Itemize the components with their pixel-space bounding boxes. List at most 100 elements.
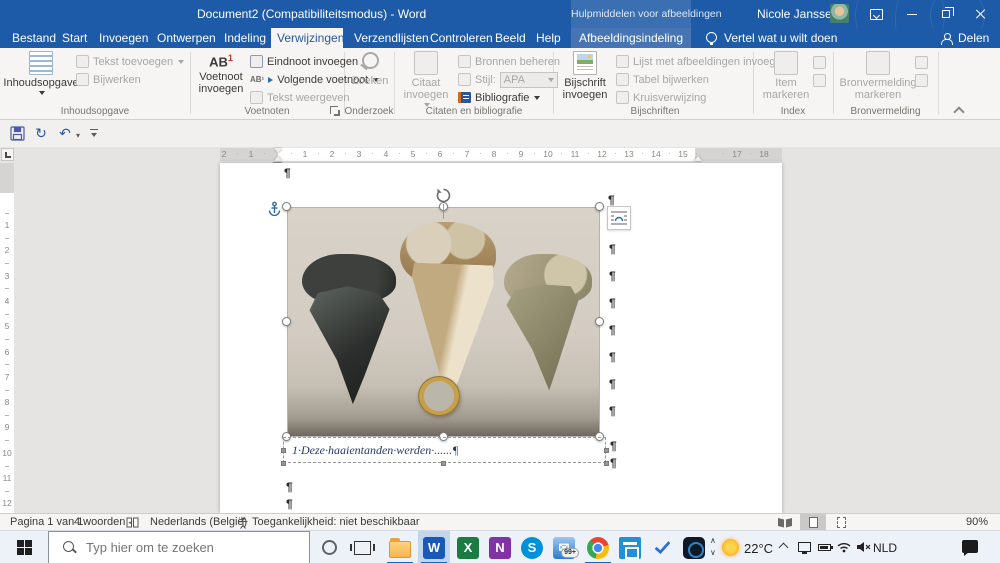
tab-verzendlijsten[interactable]: Verzendlijsten xyxy=(348,28,435,48)
taskbar-search-box[interactable] xyxy=(48,531,310,563)
tab-invoegen[interactable]: Invoegen xyxy=(93,28,154,48)
insert-footnote-button[interactable]: AB1 Voetnoot invoegen xyxy=(196,51,246,95)
word-taskbar-button[interactable]: W xyxy=(418,531,450,563)
onenote-taskbar-button[interactable]: N xyxy=(484,531,516,563)
save-button[interactable] xyxy=(6,124,28,143)
share-button[interactable]: Delen xyxy=(952,28,995,48)
volume-muted-icon[interactable] xyxy=(856,541,871,556)
ruler-number: 3 xyxy=(356,149,362,159)
caption-text-box[interactable]: 1·Deze·haaientanden·werden·......¶ xyxy=(283,437,606,463)
cross-reference-icon xyxy=(616,91,629,104)
rotate-handle[interactable] xyxy=(435,187,452,204)
caption-handle-right[interactable] xyxy=(604,448,609,453)
caption-handle-bottom-left[interactable] xyxy=(281,461,286,466)
todo-taskbar-button[interactable] xyxy=(646,531,678,563)
camera-taskbar-button[interactable] xyxy=(678,531,710,563)
excel-taskbar-button[interactable]: X xyxy=(452,531,484,563)
tab-ontwerpen[interactable]: Ontwerpen xyxy=(151,28,222,48)
user-avatar[interactable] xyxy=(830,4,849,23)
selection-handle-top-right[interactable] xyxy=(595,202,604,211)
search-input[interactable] xyxy=(86,540,276,555)
ruler-number: 6 xyxy=(437,149,443,159)
zoom-level[interactable]: 90% xyxy=(966,516,988,528)
ribbon-display-options-button[interactable] xyxy=(862,0,890,28)
taskbar-scroll-down[interactable]: ∨ xyxy=(710,549,716,557)
selection-handle-middle-right[interactable] xyxy=(595,317,604,326)
taskbar-scroll-up[interactable]: ∧ xyxy=(710,537,716,545)
action-center-button[interactable] xyxy=(962,540,978,556)
restore-button[interactable] xyxy=(932,0,960,28)
minimize-button[interactable] xyxy=(898,0,926,28)
task-view-button[interactable] xyxy=(346,531,378,563)
ruler-tick: · xyxy=(425,149,428,158)
insert-caption-button[interactable]: Bijschrift invoegen xyxy=(558,51,612,101)
selection-handle-top-left[interactable] xyxy=(282,202,291,211)
tab-bestand[interactable]: Bestand xyxy=(6,28,62,48)
web-layout-button[interactable] xyxy=(828,514,854,530)
weather-sun-icon[interactable] xyxy=(722,539,739,556)
undo-button[interactable]: ↶ xyxy=(54,124,76,143)
caption-handle-bottom-center[interactable] xyxy=(441,461,446,466)
ruler-number: 6 xyxy=(4,346,10,357)
start-button[interactable] xyxy=(8,531,40,563)
action-center-icon xyxy=(962,540,978,556)
tab-beeld[interactable]: Beeld xyxy=(489,28,532,48)
meet-now-icon[interactable] xyxy=(798,542,811,554)
pilcrow-mark: ¶ xyxy=(286,497,293,511)
battery-icon[interactable] xyxy=(818,544,833,551)
caption-handle-left[interactable] xyxy=(281,448,286,453)
file-explorer-button[interactable] xyxy=(384,531,416,563)
skype-taskbar-button[interactable]: S xyxy=(516,531,548,563)
shark-teeth-photo[interactable] xyxy=(287,207,600,437)
page-number-status[interactable]: Pagina 1 van 1 xyxy=(10,516,83,528)
insert-endnote-button[interactable]: Eindnoot invoegen xyxy=(250,54,358,69)
print-layout-button[interactable] xyxy=(800,514,826,530)
customize-qat-button[interactable] xyxy=(90,129,98,138)
read-mode-button[interactable] xyxy=(772,514,798,530)
ruler-tick xyxy=(5,313,9,315)
close-button[interactable] xyxy=(966,0,994,28)
blue-app-taskbar-button[interactable] xyxy=(614,531,646,563)
word-count-status[interactable]: 4 woorden xyxy=(74,516,125,528)
undo-dropdown-caret[interactable]: ▾ xyxy=(76,131,80,140)
blue-app-icon xyxy=(619,536,641,559)
redo-button[interactable]: ↻ xyxy=(30,124,52,143)
footnotes-dialog-launcher[interactable] xyxy=(330,106,340,116)
first-line-indent-marker[interactable] xyxy=(274,148,282,153)
document-area: 2 1 1 2 3 4 5 6 7 8 9 10 11 12 13 14 15 17 18 · · · · · · · · · · · · ·… xyxy=(0,147,1000,513)
collapse-ribbon-button[interactable] xyxy=(953,106,965,118)
language-status[interactable]: Nederlands (België) xyxy=(150,516,247,528)
ruler-number: 8 xyxy=(4,397,10,408)
ruler-tick: · xyxy=(290,149,293,158)
proofing-status-icon[interactable] xyxy=(126,517,139,531)
chrome-icon xyxy=(587,536,609,559)
mail-taskbar-button[interactable]: ✉ 99+ xyxy=(548,531,580,563)
layout-options-button[interactable] xyxy=(607,206,631,230)
titlebar: Document2 (Compatibiliteitsmodus) - Word… xyxy=(0,0,1000,28)
next-footnote-arrow-icon xyxy=(268,76,274,83)
tab-start[interactable]: Start xyxy=(56,28,93,48)
hanging-indent-marker[interactable] xyxy=(274,156,282,161)
ruler-tick: · xyxy=(371,149,374,158)
caption-handle-bottom-right[interactable] xyxy=(604,461,609,466)
wifi-icon[interactable] xyxy=(837,541,851,556)
table-of-contents-button[interactable]: Inhoudsopgave xyxy=(3,51,79,95)
tab-afbeeldingsindeling[interactable]: Afbeeldingsindeling xyxy=(571,28,691,48)
show-hidden-icons-button[interactable] xyxy=(778,542,789,553)
table-of-contents-label: Inhoudsopgave xyxy=(3,77,79,89)
document-page[interactable]: 1·Deze·haaientanden·werden·......¶ ¶ ¶ ¶ ¶ ¶… xyxy=(220,163,782,513)
selection-handle-middle-left[interactable] xyxy=(282,317,291,326)
keyboard-language[interactable]: NLD xyxy=(873,541,897,555)
cortana-icon xyxy=(322,540,337,555)
accessibility-status[interactable]: Toegankelijkheid: niet beschikbaar xyxy=(252,516,420,528)
bibliography-button[interactable]: Bibliografie xyxy=(458,90,541,105)
tell-me-box[interactable]: Vertel wat u wilt doen xyxy=(718,28,843,48)
tab-verwijzingen[interactable]: Verwijzingen xyxy=(271,28,344,48)
chrome-taskbar-button[interactable] xyxy=(582,531,614,563)
temperature-label[interactable]: 22°C xyxy=(744,541,773,556)
tab-stop-selector[interactable] xyxy=(1,148,14,161)
tab-controleren[interactable]: Controleren xyxy=(424,28,499,48)
tab-indeling[interactable]: Indeling xyxy=(218,28,272,48)
cortana-button[interactable] xyxy=(322,540,337,555)
tab-help[interactable]: Help xyxy=(530,28,567,48)
